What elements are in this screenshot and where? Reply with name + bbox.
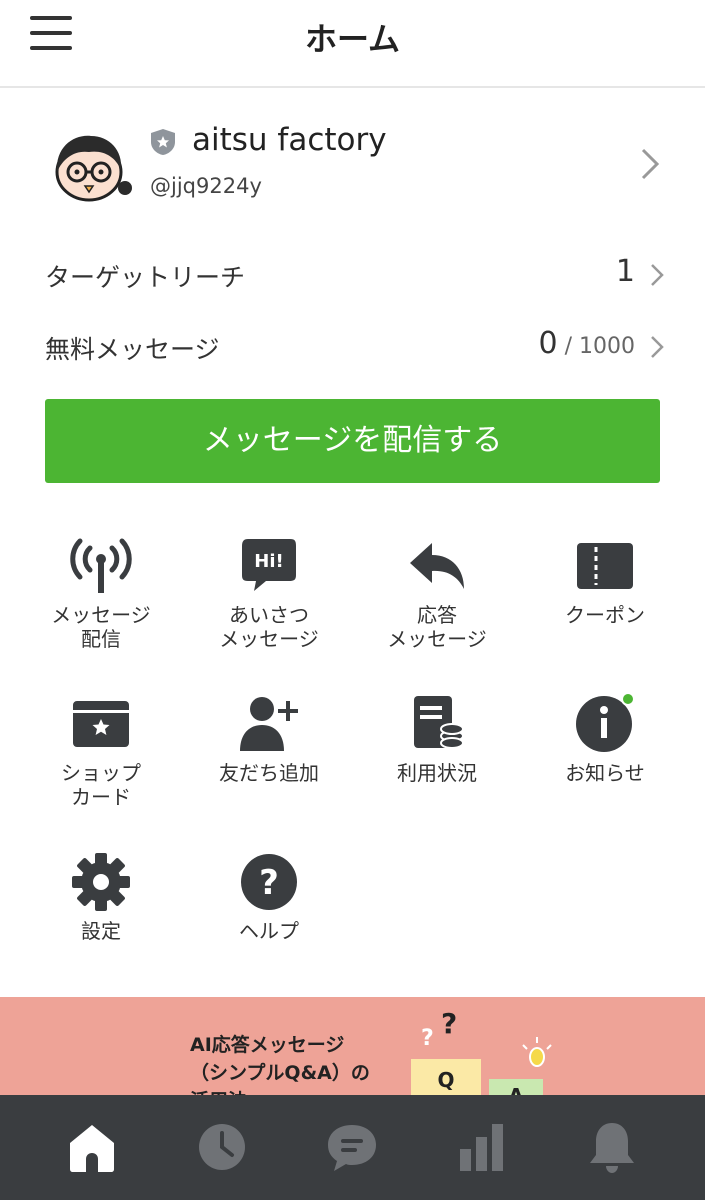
bell-icon[interactable] [582,1119,642,1175]
account-id: @jjq9224y [150,174,262,198]
chat-icon[interactable] [322,1119,382,1175]
info-icon [576,693,635,752]
svg-text:Q: Q [437,1068,454,1092]
grid-label: 友だち追加 [219,761,319,785]
svg-text:?: ? [259,863,279,903]
bottom-tab-bar [0,1095,705,1200]
home-icon[interactable] [62,1119,122,1175]
grid-item-auto-reply[interactable]: 応答 メッセージ [353,535,521,651]
free-message-label: 無料メッセージ [45,335,220,364]
page-title: ホーム [304,20,401,58]
target-reach-label: ターゲットリーチ [45,263,246,292]
greeting-bubble-icon: Hi! [242,539,296,591]
grid-label: ヘルプ [239,919,299,943]
coupon-icon [577,543,633,589]
reply-arrow-icon [410,543,464,589]
clock-icon[interactable] [192,1119,252,1175]
account-profile[interactable]: aitsu factory @jjq9224y [0,110,705,220]
target-reach-value: 1 [615,254,635,289]
grid-label: 応答 メッセージ [387,603,487,651]
bar-chart-icon[interactable] [452,1119,512,1175]
promo-banner[interactable]: AI応答メッセージ （シンプルQ&A）の 活用法 Q A ? ? [0,997,705,1107]
send-message-button[interactable]: メッセージを配信する [45,399,660,483]
chevron-right-icon [641,148,660,180]
grid-item-add-friend[interactable]: 友だち追加 [185,693,353,785]
free-message-value: 0 / 1000 [538,326,635,361]
grid-label: お知らせ [565,761,645,785]
notification-dot [621,693,635,706]
grid-label: あいさつ メッセージ [219,603,319,651]
free-message-row[interactable]: 無料メッセージ 0 / 1000 [45,326,665,370]
grid-item-message-broadcast[interactable]: メッセージ 配信 [17,535,185,651]
grid-item-settings[interactable]: 設定 [17,851,185,943]
grid-label: 設定 [81,919,121,943]
grid-label: クーポン [565,603,645,627]
header: ホーム [0,0,705,88]
grid-label: メッセージ 配信 [51,603,151,651]
chevron-right-icon [651,264,664,286]
gear-icon [72,853,130,911]
grid-item-coupon[interactable]: クーポン [521,535,689,627]
grid-item-greeting-message[interactable]: Hi! あいさつ メッセージ [185,535,353,651]
shield-star-icon [151,129,175,155]
avatar [55,135,132,202]
qa-illustration: Q A ? ? [411,1007,552,1107]
grid-item-news[interactable]: お知らせ [521,693,689,785]
broadcast-antenna-icon [70,538,132,593]
target-reach-row[interactable]: ターゲットリーチ 1 [45,254,665,298]
grid-item-usage[interactable]: 利用状況 [353,693,521,785]
grid-label: ショップ カード [61,761,141,809]
grid-label: 利用状況 [397,761,477,785]
svg-text:?: ? [441,1007,457,1040]
account-name: aitsu factory [192,122,387,158]
greeting-icon-text: Hi! [254,551,283,572]
help-icon: ? [241,854,297,910]
add-friend-icon [240,697,298,751]
grid-item-shop-card[interactable]: ショップ カード [17,693,185,809]
shop-card-icon [73,701,129,747]
svg-text:?: ? [421,1026,434,1051]
chevron-right-icon [651,336,664,358]
usage-report-icon [414,696,464,749]
grid-item-help[interactable]: ? ヘルプ [185,851,353,943]
